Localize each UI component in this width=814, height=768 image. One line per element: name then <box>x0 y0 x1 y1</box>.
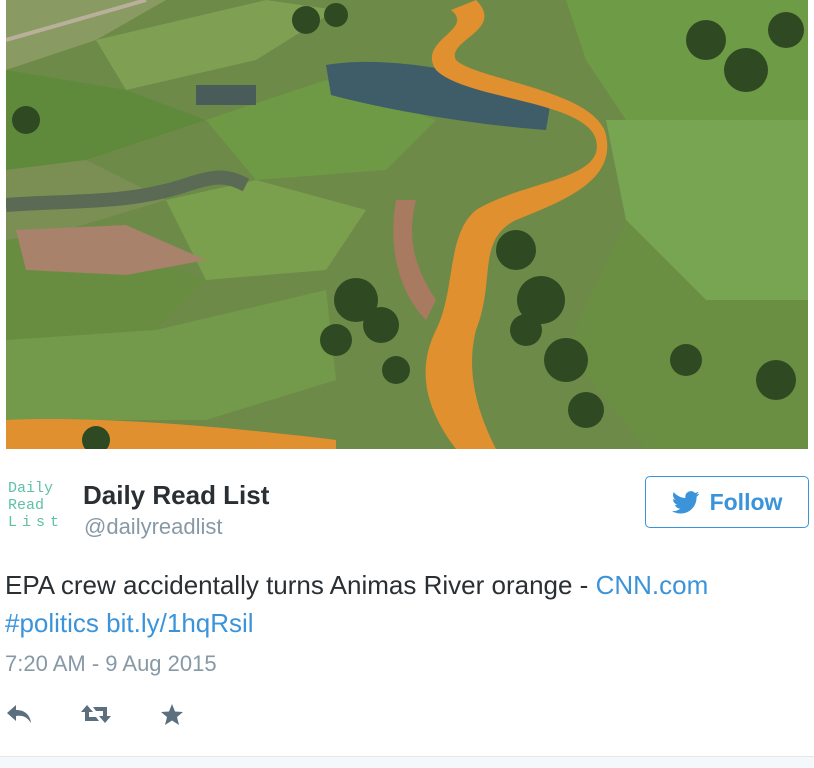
follow-button[interactable]: Follow <box>645 476 809 528</box>
footer-divider <box>0 756 814 768</box>
follow-label: Follow <box>709 488 783 515</box>
tweet-photo[interactable] <box>0 0 814 452</box>
retweet-icon <box>81 705 111 723</box>
aerial-river-photo <box>6 0 808 449</box>
author-handle[interactable]: @dailyreadlist <box>84 514 223 540</box>
tweet-actions <box>0 698 300 732</box>
retweet-button[interactable] <box>78 698 114 730</box>
reply-icon <box>7 705 31 723</box>
logo-line: Daily <box>8 480 54 497</box>
logo-line: List <box>8 514 65 531</box>
source-link[interactable]: CNN.com <box>596 570 709 600</box>
tweet-timestamp[interactable]: 7:20 AM - 9 Aug 2015 <box>5 651 217 677</box>
bird-icon <box>671 490 699 514</box>
tweet-text: EPA crew accidentally turns Animas River… <box>5 566 805 642</box>
author-avatar-logo[interactable]: Daily Read List <box>8 480 64 531</box>
hashtag-link[interactable]: #politics <box>5 608 99 638</box>
favorite-button[interactable] <box>156 698 188 730</box>
author-name[interactable]: Daily Read List <box>83 480 269 511</box>
tweet-body: EPA crew accidentally turns Animas River… <box>5 570 596 600</box>
short-link[interactable]: bit.ly/1hqRsil <box>106 608 253 638</box>
logo-line: Read <box>8 497 45 514</box>
star-icon <box>161 703 183 725</box>
reply-button[interactable] <box>3 698 35 730</box>
